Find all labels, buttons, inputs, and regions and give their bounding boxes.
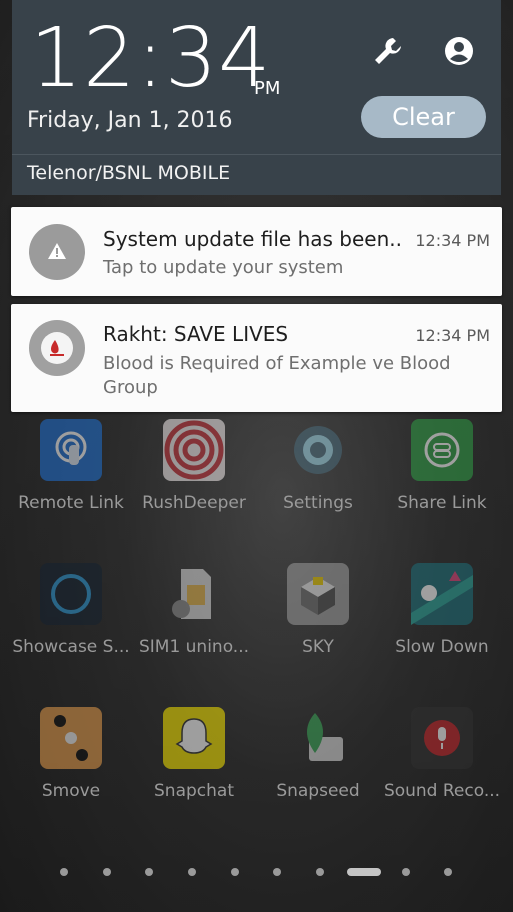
- app-remote-link[interactable]: Remote Link: [7, 419, 135, 513]
- gear-icon: [287, 419, 349, 481]
- date-label[interactable]: Friday, Jan 1, 2016: [27, 108, 233, 133]
- clock-ampm: PM: [254, 78, 281, 99]
- sim-card-icon: [163, 563, 225, 625]
- notification-time: 12:34 PM: [415, 231, 490, 250]
- app-sky[interactable]: SKY: [254, 563, 382, 657]
- app-showcase[interactable]: Showcase S...: [7, 563, 135, 657]
- app-label: Showcase S...: [12, 637, 130, 657]
- wrench-icon[interactable]: [371, 34, 405, 68]
- microphone-icon: [411, 707, 473, 769]
- share-link-icon: [411, 419, 473, 481]
- notification-title: Rakht: SAVE LIVES: [103, 322, 289, 346]
- notification-text: Tap to update your system: [103, 257, 344, 278]
- clear-all-button[interactable]: Clear: [361, 96, 486, 138]
- app-settings[interactable]: Settings: [254, 419, 382, 513]
- clock-time: 12:34: [30, 11, 272, 106]
- divider: [12, 154, 501, 155]
- carrier-label: Telenor/BSNL MOBILE: [27, 162, 231, 184]
- app-label: RushDeeper: [142, 493, 246, 513]
- app-sim1[interactable]: SIM1 unino...: [130, 563, 258, 657]
- notification-title: System update file has been..: [103, 227, 402, 251]
- app-label: Share Link: [397, 493, 487, 513]
- app-label: Remote Link: [18, 493, 124, 513]
- page-dot[interactable]: [145, 868, 153, 876]
- page-dot[interactable]: [231, 868, 239, 876]
- notification-time: 12:34 PM: [415, 326, 490, 345]
- app-snapseed[interactable]: Snapseed: [254, 707, 382, 801]
- page-dot[interactable]: [316, 868, 324, 876]
- page-dot[interactable]: [402, 868, 410, 876]
- remote-link-icon: [40, 419, 102, 481]
- notification-card-rakht[interactable]: Rakht: SAVE LIVES 12:34 PM Blood is Requ…: [11, 304, 502, 412]
- app-label: Sound Reco...: [383, 781, 501, 801]
- snapchat-ghost-icon: [163, 707, 225, 769]
- page-dot[interactable]: [103, 868, 111, 876]
- rushdeeper-icon: [163, 419, 225, 481]
- slow-down-icon: [411, 563, 473, 625]
- app-label: Settings: [283, 493, 353, 513]
- account-icon[interactable]: [442, 34, 476, 68]
- app-smove[interactable]: Smove: [7, 707, 135, 801]
- page-dot[interactable]: [60, 868, 68, 876]
- showcase-icon: [40, 563, 102, 625]
- sky-cube-icon: [287, 563, 349, 625]
- page-dot[interactable]: [273, 868, 281, 876]
- app-label: Snapchat: [154, 781, 234, 801]
- rakht-logo-icon: [29, 320, 85, 376]
- page-dot[interactable]: [188, 868, 196, 876]
- app-label: SKY: [302, 637, 334, 657]
- app-label: Smove: [41, 781, 101, 801]
- page-indicator[interactable]: [0, 866, 513, 878]
- app-rushdeeper[interactable]: RushDeeper: [130, 419, 258, 513]
- notification-text: Blood is Required of Example ve Blood Gr…: [103, 353, 451, 398]
- page-dot-active[interactable]: [347, 868, 381, 876]
- notification-shade-header: 12:34 PM Friday, Jan 1, 2016 Clear Telen…: [12, 0, 501, 195]
- app-share-link[interactable]: Share Link: [378, 419, 506, 513]
- snapseed-leaf-icon: [287, 707, 349, 769]
- notification-card-system-update[interactable]: System update file has been.. 12:34 PM T…: [11, 207, 502, 296]
- smove-icon: [40, 707, 102, 769]
- app-slow-down[interactable]: Slow Down: [378, 563, 506, 657]
- app-label: Snapseed: [276, 781, 360, 801]
- warning-icon: [29, 224, 85, 280]
- app-sound-recorder[interactable]: Sound Reco...: [378, 707, 506, 801]
- app-snapchat[interactable]: Snapchat: [130, 707, 258, 801]
- app-label: SIM1 unino...: [138, 637, 250, 657]
- page-dot[interactable]: [444, 868, 452, 876]
- app-label: Slow Down: [395, 637, 489, 657]
